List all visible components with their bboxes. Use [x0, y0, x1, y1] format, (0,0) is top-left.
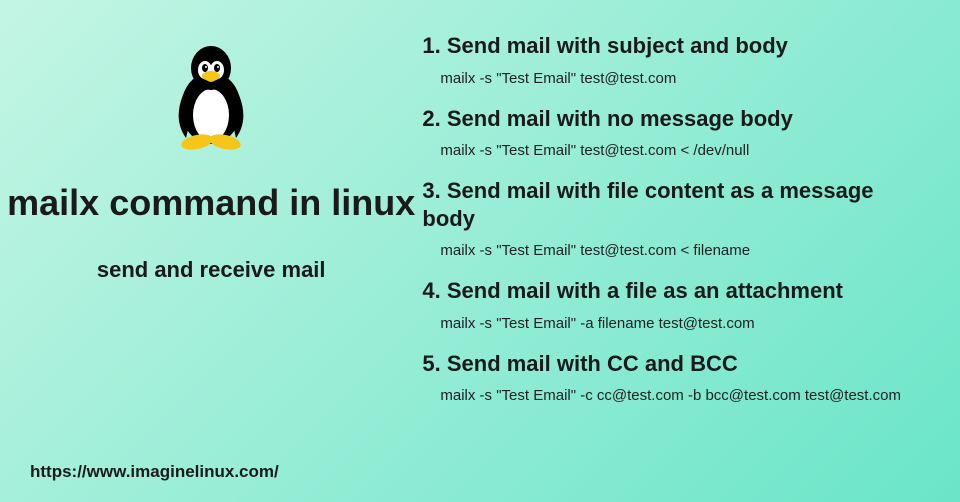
page-subtitle: send and receive mail — [97, 257, 326, 283]
example-item: 1. Send mail with subject and body mailx… — [422, 32, 920, 87]
example-command: mailx -s "Test Email" -a filename test@t… — [422, 315, 920, 332]
example-item: 3. Send mail with file content as a mess… — [422, 177, 920, 259]
example-heading: 4. Send mail with a file as an attachmen… — [422, 277, 920, 305]
example-command: mailx -s "Test Email" test@test.com — [422, 70, 920, 87]
footer-url: https://www.imaginelinux.com/ — [30, 462, 279, 482]
example-heading: 5. Send mail with CC and BCC — [422, 350, 920, 378]
example-heading: 1. Send mail with subject and body — [422, 32, 920, 60]
example-command: mailx -s "Test Email" -c cc@test.com -b … — [422, 387, 920, 404]
example-item: 4. Send mail with a file as an attachmen… — [422, 277, 920, 332]
left-panel: mailx command in linux send and receive … — [0, 0, 422, 502]
example-item: 5. Send mail with CC and BCC mailx -s "T… — [422, 350, 920, 405]
tux-penguin-icon — [161, 40, 261, 150]
example-heading: 2. Send mail with no message body — [422, 105, 920, 133]
page-title: mailx command in linux — [7, 180, 415, 227]
examples-list: 1. Send mail with subject and body mailx… — [422, 0, 960, 502]
example-command: mailx -s "Test Email" test@test.com < fi… — [422, 242, 920, 259]
example-command: mailx -s "Test Email" test@test.com < /d… — [422, 142, 920, 159]
example-heading: 3. Send mail with file content as a mess… — [422, 177, 920, 232]
page-container: mailx command in linux send and receive … — [0, 0, 960, 502]
example-item: 2. Send mail with no message body mailx … — [422, 105, 920, 160]
